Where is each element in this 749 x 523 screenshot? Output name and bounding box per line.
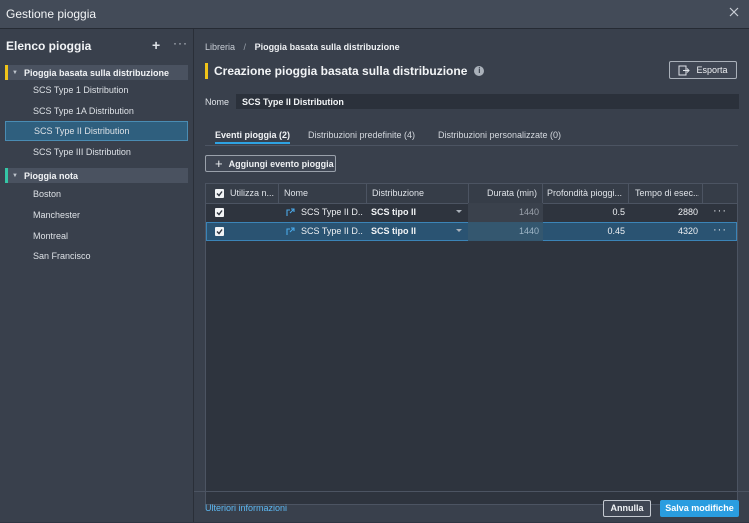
sidebar-item-label: Manchester	[33, 210, 81, 220]
tab-bar: Eventi pioggia (2) Distribuzioni predefi…	[205, 130, 738, 146]
sidebar-item-scs-type-1a[interactable]: SCS Type 1A Distribution	[5, 101, 188, 121]
name-field[interactable]	[236, 94, 739, 109]
info-icon[interactable]: i	[474, 66, 485, 76]
table-row[interactable]: SCS Type II D... SCS tipo II 1440 0.5 28…	[206, 203, 737, 223]
sidebar-item-label: SCS Type 1A Distribution	[33, 106, 134, 116]
column-header[interactable]: Tempo di esec...	[635, 184, 699, 203]
page-title: Creazione pioggia basata sulla distribuz…	[214, 64, 468, 78]
sidebar-item-label: SCS Type III Distribution	[33, 147, 131, 157]
distribution-value: SCS tipo II	[371, 207, 416, 217]
column-header[interactable]: Durata (min)	[468, 184, 537, 203]
chevron-down-icon	[456, 210, 462, 213]
row-more-icon[interactable]: ···	[709, 203, 731, 222]
duration-value: 1440	[468, 203, 543, 222]
tab-predefined-distributions[interactable]: Distribuzioni predefinite (4)	[308, 130, 415, 140]
tab-rain-events[interactable]: Eventi pioggia (2)	[215, 130, 291, 144]
row-more-icon[interactable]: ···	[709, 222, 731, 241]
breadcrumb-root[interactable]: Libreria	[205, 42, 235, 52]
sidebar-group-known[interactable]: ▼ Pioggia nota	[5, 168, 188, 183]
window-title: Gestione pioggia	[6, 7, 97, 21]
column-divider[interactable]	[542, 184, 543, 203]
page-header: Creazione pioggia basata sulla distribuz…	[205, 63, 485, 79]
group-accent	[5, 65, 8, 80]
column-header[interactable]: Profondità pioggi...	[547, 184, 625, 203]
column-divider[interactable]	[702, 184, 703, 203]
title-accent	[205, 63, 208, 79]
distribution-dropdown[interactable]: SCS tipo II	[368, 203, 468, 222]
chevron-down-icon	[456, 229, 462, 232]
column-divider[interactable]	[366, 184, 367, 203]
add-rain-icon[interactable]: +	[152, 37, 160, 53]
sidebar-group-distribution[interactable]: ▼ Pioggia basata sulla distribuzione	[5, 65, 188, 80]
main-panel: Libreria / Pioggia basata sulla distribu…	[194, 29, 749, 522]
duration-value: 1440	[468, 222, 543, 241]
sidebar-more-icon[interactable]: ···	[173, 36, 188, 50]
sidebar-item-montreal[interactable]: Montreal	[5, 226, 188, 246]
sidebar: Elenco pioggia + ··· ▼ Pioggia basata su…	[0, 29, 194, 522]
table-row[interactable]: SCS Type II D... SCS tipo II 1440 0.45 4…	[206, 222, 737, 241]
sidebar-group-label: Pioggia basata sulla distribuzione	[23, 67, 169, 78]
time-value[interactable]: 2880	[628, 203, 702, 222]
export-label: Esporta	[696, 65, 728, 75]
column-divider[interactable]	[278, 184, 279, 203]
export-icon	[678, 65, 691, 75]
edit-icon[interactable]	[286, 203, 295, 222]
export-button[interactable]: Esporta	[669, 61, 737, 79]
rain-events-table: Utilizza n... Nome Distribuzione Durata …	[205, 183, 738, 505]
time-value[interactable]: 4320	[628, 222, 702, 241]
footer: Ulteriori informazioni Annulla Salva mod…	[194, 491, 749, 523]
depth-value[interactable]: 0.45	[543, 222, 628, 241]
sidebar-item-label: San Francisco	[33, 251, 91, 261]
sidebar-item-label: Montreal	[33, 231, 69, 241]
sidebar-item-scs-type-2[interactable]: SCS Type II Distribution	[5, 121, 188, 141]
sidebar-item-manchester[interactable]: Manchester	[5, 205, 188, 225]
edit-icon[interactable]	[286, 222, 295, 241]
sidebar-item-label: SCS Type II Distribution	[34, 126, 130, 136]
column-header[interactable]: Utilizza n...	[230, 184, 278, 203]
sidebar-title: Elenco pioggia	[6, 39, 92, 53]
name-label: Nome	[205, 97, 230, 107]
plus-icon: +	[215, 156, 223, 171]
sidebar-item-scs-type-1[interactable]: SCS Type 1 Distribution	[5, 80, 188, 100]
column-header[interactable]: Distribuzione	[372, 184, 462, 203]
sidebar-item-boston[interactable]: Boston	[5, 184, 188, 204]
collapse-arrow-icon[interactable]: ▼	[12, 173, 18, 179]
close-icon[interactable]	[727, 5, 741, 19]
use-checkbox[interactable]	[215, 208, 224, 217]
column-divider[interactable]	[628, 184, 629, 203]
breadcrumb: Libreria / Pioggia basata sulla distribu…	[205, 42, 400, 52]
sidebar-item-label: Boston	[33, 189, 62, 199]
group-accent	[5, 168, 8, 183]
row-name: SCS Type II D...	[301, 226, 363, 236]
sidebar-item-label: SCS Type 1 Distribution	[33, 85, 129, 95]
table-header: Utilizza n... Nome Distribuzione Durata …	[206, 184, 737, 204]
row-name: SCS Type II D...	[301, 207, 363, 217]
sidebar-group-label: Pioggia nota	[23, 170, 78, 181]
use-checkbox[interactable]	[215, 227, 224, 236]
breadcrumb-separator: /	[243, 42, 247, 52]
depth-value[interactable]: 0.5	[543, 203, 628, 222]
more-info-link[interactable]: Ulteriori informazioni	[205, 503, 287, 513]
column-header[interactable]: Nome	[284, 184, 362, 203]
tab-custom-distributions[interactable]: Distribuzioni personalizzate (0)	[438, 130, 561, 140]
distribution-value: SCS tipo II	[371, 226, 416, 236]
select-all-checkbox[interactable]	[215, 189, 224, 198]
sidebar-item-scs-type-3[interactable]: SCS Type III Distribution	[5, 142, 188, 162]
cancel-button[interactable]: Annulla	[603, 500, 651, 517]
add-rain-event-button[interactable]: + Aggiungi evento pioggia	[205, 155, 336, 172]
title-bar: Gestione pioggia	[0, 0, 749, 29]
distribution-dropdown[interactable]: SCS tipo II	[368, 222, 468, 241]
collapse-arrow-icon[interactable]: ▼	[12, 70, 18, 76]
save-button[interactable]: Salva modifiche	[660, 500, 739, 517]
add-rain-event-label: Aggiungi evento pioggia	[228, 158, 334, 169]
breadcrumb-current: Pioggia basata sulla distribuzione	[254, 42, 400, 52]
sidebar-item-san-francisco[interactable]: San Francisco	[5, 246, 188, 266]
